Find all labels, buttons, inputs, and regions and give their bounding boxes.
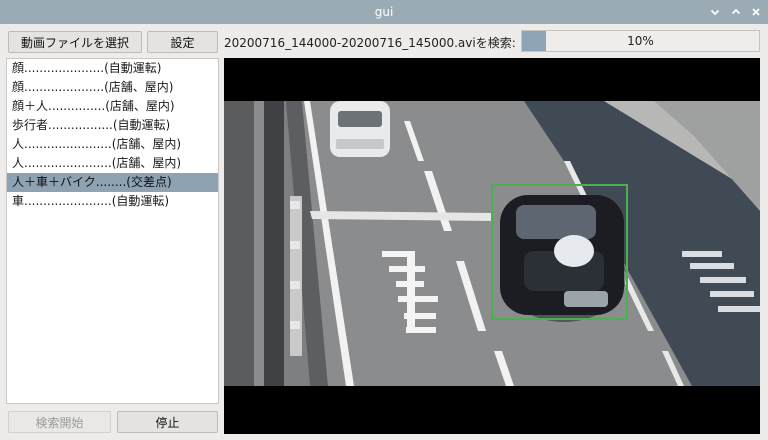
stop-button[interactable]: 停止: [117, 411, 218, 433]
window-title: gui: [374, 5, 394, 19]
progress-text: 10%: [627, 34, 654, 48]
model-list[interactable]: 顔.....................(自動運転) 顔..........…: [6, 58, 219, 404]
list-item[interactable]: 顔＋人...............(店舗、屋内): [7, 97, 218, 116]
settings-button[interactable]: 設定: [147, 31, 218, 53]
video-preview: [224, 58, 760, 434]
list-item[interactable]: 歩行者.................(自動運転): [7, 116, 218, 135]
close-icon[interactable]: [747, 3, 765, 21]
list-item[interactable]: 人.......................(店舗、屋内): [7, 135, 218, 154]
list-item[interactable]: 顔.....................(自動運転): [7, 59, 218, 78]
maximize-icon[interactable]: [727, 3, 745, 21]
search-file-label: 20200716_144000-20200716_145000.aviを検索:: [224, 36, 516, 50]
select-video-button[interactable]: 動画ファイルを選択: [8, 31, 142, 53]
list-item[interactable]: 車.......................(自動運転): [7, 192, 218, 211]
minimize-icon[interactable]: [706, 3, 724, 21]
progress-bar: 10%: [521, 30, 760, 52]
list-item[interactable]: 人＋車＋バイク........(交差点): [7, 173, 218, 192]
video-frame: [224, 101, 760, 386]
start-search-button[interactable]: 検索開始: [8, 411, 111, 433]
list-item[interactable]: 人.......................(店舗、屋内): [7, 154, 218, 173]
list-item[interactable]: 顔.....................(店舗、屋内): [7, 78, 218, 97]
title-bar: gui: [0, 0, 768, 24]
